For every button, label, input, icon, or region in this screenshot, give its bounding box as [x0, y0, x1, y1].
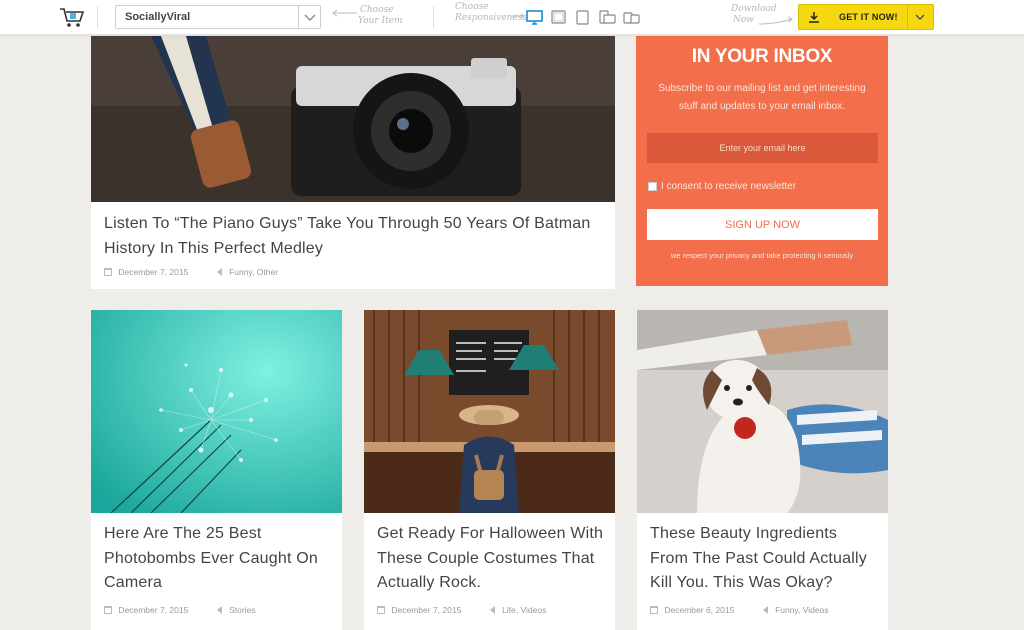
item-select[interactable]: SociallyViral — [115, 5, 321, 29]
post-categories[interactable]: Funny, Other — [229, 267, 278, 277]
download-icon — [809, 12, 819, 23]
consent-checkbox[interactable] — [648, 182, 657, 191]
post-date: December 6, 2015 — [664, 604, 735, 615]
tag-icon — [216, 267, 222, 276]
divider — [907, 5, 908, 29]
post-date: December 7, 2015 — [118, 604, 189, 615]
calendar-icon — [104, 267, 112, 276]
get-it-now-button[interactable]: GET IT NOW! — [798, 4, 934, 30]
post-title[interactable]: These Beauty Ingredients From The Past C… — [650, 522, 867, 596]
post-title[interactable]: Get Ready For Halloween With These Coupl… — [377, 522, 603, 596]
arrow-icon — [512, 13, 525, 19]
camera-image[interactable] — [91, 36, 615, 202]
chevron-down-icon[interactable] — [298, 6, 320, 28]
post-card[interactable]: These Beauty Ingredients From The Past C… — [637, 310, 888, 630]
post-categories[interactable]: Stories — [229, 605, 255, 615]
item-select-value: SociallyViral — [125, 11, 191, 23]
newsletter-description: Subscribe to our mailing list and get in… — [658, 83, 866, 112]
tag-icon — [762, 605, 768, 614]
divider — [97, 6, 98, 28]
post-date: December 7, 2015 — [118, 266, 189, 277]
post-meta: December 6, 2015 Funny, Videos — [650, 604, 829, 615]
featured-post-title[interactable]: Listen To “The Piano Guys” Take You Thro… — [104, 212, 591, 261]
calendar-icon — [104, 605, 112, 614]
post-title[interactable]: Here Are The 25 Best Photobombs Ever Cau… — [104, 522, 318, 596]
get-it-now-label: GET IT NOW! — [839, 12, 898, 22]
privacy-note: we respect your privacy and take protect… — [670, 251, 854, 260]
chevron-down-icon[interactable] — [914, 13, 926, 23]
post-meta: December 7, 2015 Stories — [104, 604, 256, 615]
post-date: December 7, 2015 — [391, 604, 462, 615]
post-meta: December 7, 2015 Life, Videos — [377, 604, 546, 615]
tag-icon — [489, 605, 495, 614]
desktop-icon[interactable] — [526, 10, 544, 25]
post-categories[interactable]: Funny, Videos — [775, 605, 829, 615]
consent-label[interactable]: I consent to receive newsletter — [661, 181, 796, 192]
cart-logo-icon[interactable] — [58, 5, 86, 29]
post-meta: December 7, 2015 Funny, Other — [104, 266, 278, 277]
phone-landscape-icon[interactable] — [599, 10, 617, 25]
tablet-landscape-icon[interactable] — [551, 10, 567, 25]
tablet-portrait-icon[interactable] — [576, 10, 590, 25]
cafe-image[interactable] — [364, 310, 615, 513]
featured-post-card[interactable]: Listen To “The Piano Guys” Take You Thro… — [91, 36, 615, 289]
dandelion-image[interactable] — [91, 310, 342, 513]
tag-icon — [216, 605, 222, 614]
arrow-icon — [758, 16, 793, 25]
post-card[interactable]: Get Ready For Halloween With These Coupl… — [364, 310, 615, 630]
newsletter-title: IN YOUR INBOX — [691, 46, 833, 67]
sign-up-button[interactable]: SIGN UP NOW — [647, 209, 878, 240]
email-field[interactable] — [647, 133, 878, 163]
post-categories[interactable]: Life, Videos — [502, 605, 546, 615]
hint-choose-item: Choose Your Item — [358, 5, 403, 26]
newsletter-widget: IN YOUR INBOX Subscribe to our mailing l… — [636, 36, 888, 286]
calendar-icon — [377, 605, 385, 614]
divider — [433, 6, 434, 28]
demo-toolbar: SociallyViral Choose Your Item Choose Re… — [0, 0, 1024, 35]
post-card[interactable]: Here Are The 25 Best Photobombs Ever Cau… — [91, 310, 342, 630]
phone-portrait-icon[interactable] — [623, 10, 641, 25]
arrow-icon — [332, 9, 357, 17]
calendar-icon — [650, 605, 658, 614]
dog-image[interactable] — [637, 310, 888, 513]
